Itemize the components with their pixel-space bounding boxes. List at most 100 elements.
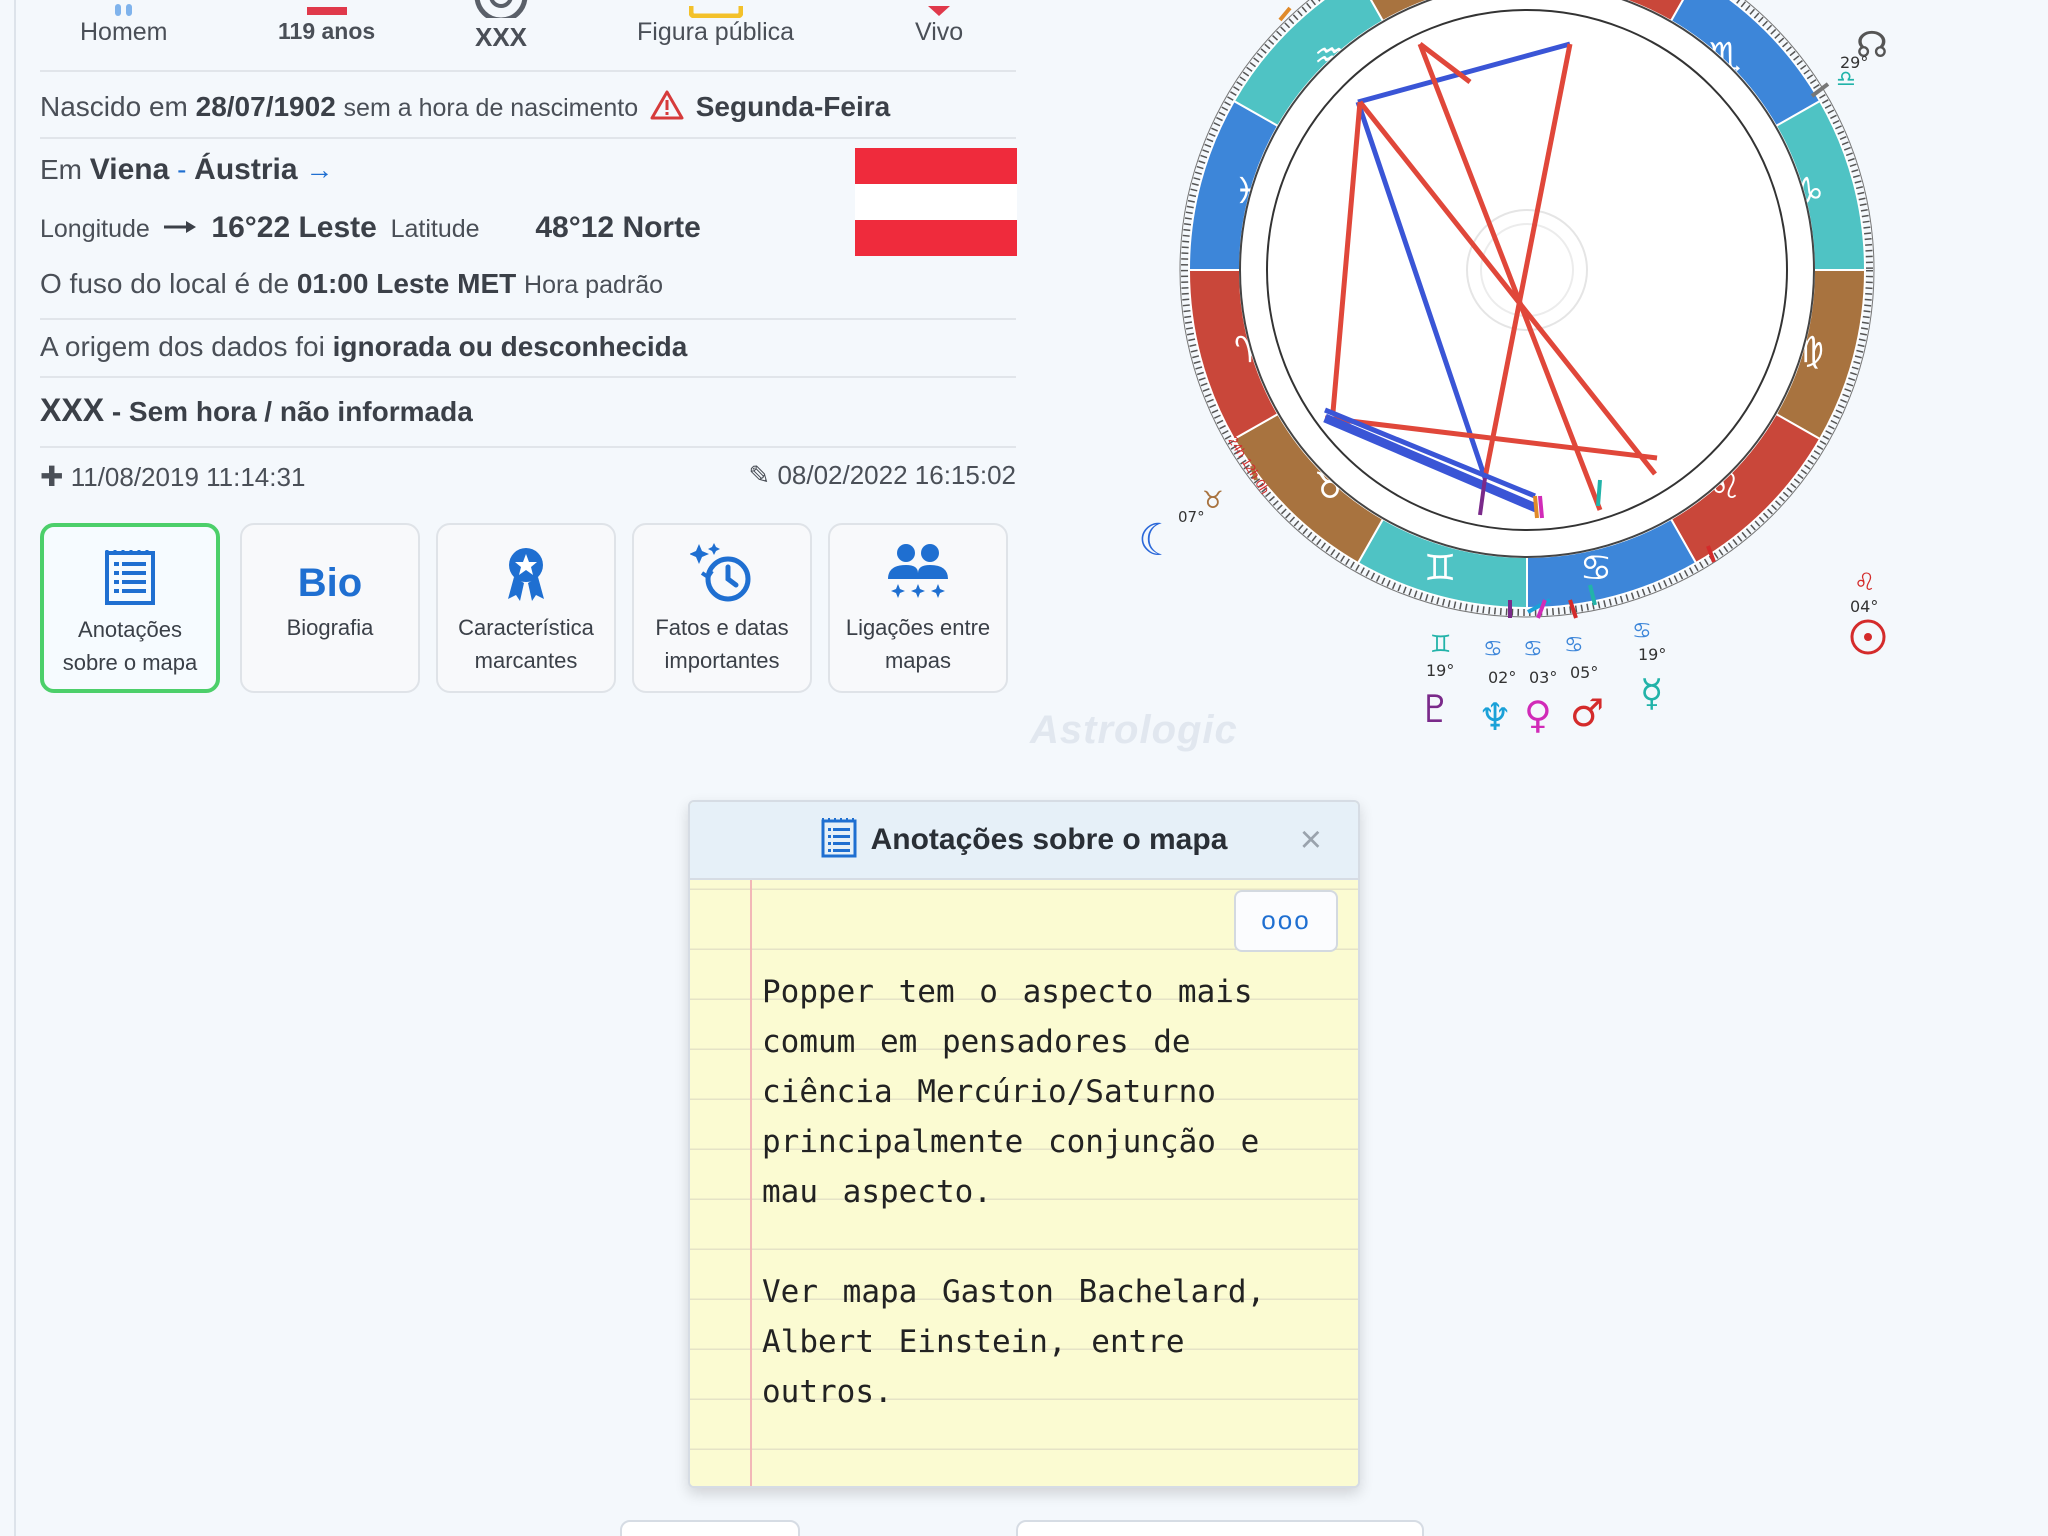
record-meta: ✚ 11/08/2019 11:14:31 ✎ 08/02/2022 16:15… bbox=[40, 460, 1016, 493]
tab-biography[interactable]: Bio Biografia bbox=[240, 523, 420, 693]
gemini-icon: ♊ bbox=[1424, 548, 1456, 589]
data-origin-prefix: A origem dos dados foi bbox=[40, 331, 325, 362]
notes-text[interactable]: Popper tem o aspecto mais comum em pensa… bbox=[762, 967, 1322, 1417]
time-info-text: - Sem hora / não informada bbox=[111, 396, 473, 427]
history-icon bbox=[634, 525, 810, 611]
data-origin-value: ignorada ou desconhecida bbox=[332, 331, 688, 362]
close-icon[interactable]: × bbox=[1300, 821, 1322, 859]
pluto-degree: 19° bbox=[1426, 661, 1454, 680]
profile-attributes: Homem 119 anos XXX Figura pública Vivo bbox=[40, 0, 1016, 72]
tab-biography-label: Biografia bbox=[286, 615, 374, 640]
notes-dialog-header: Anotações sobre o mapa × bbox=[690, 802, 1358, 880]
tab-facts-sublabel: importantes bbox=[664, 648, 780, 673]
edited-info: ✎ 08/02/2022 16:15:02 bbox=[748, 460, 1016, 491]
cancer-small-icon: ♋ bbox=[1564, 633, 1584, 658]
notes-icon bbox=[821, 817, 857, 863]
timezone-type: Hora padrão bbox=[524, 271, 664, 299]
bottom-action-button[interactable] bbox=[1016, 1520, 1424, 1536]
mars-icon: ♂ bbox=[1570, 691, 1604, 735]
bio-icon-text: Bio bbox=[297, 561, 363, 605]
place-prefix: Em bbox=[40, 154, 82, 185]
birth-weekday: Segunda-Feira bbox=[695, 91, 891, 122]
bio-icon: Bio bbox=[242, 525, 418, 611]
tab-links-label: Ligações entre bbox=[845, 615, 991, 640]
more-options-button[interactable]: ooo bbox=[1234, 890, 1338, 952]
flag-stripe-top bbox=[855, 148, 1017, 184]
latitude-value: 48°12 Norte bbox=[535, 211, 701, 244]
astro-chart: ♏ ♑ ♍ ♌ ♋ ♊ ♉ ♈ ♓ ♒ bbox=[1140, 0, 1940, 740]
cancer-icon: ♋ bbox=[1580, 548, 1612, 589]
timezone-value: 01:00 Leste MET bbox=[296, 268, 517, 299]
data-origin-row: A origem dos dados foi ignorada ou desco… bbox=[40, 331, 1016, 363]
time-tag-attribute: XXX bbox=[474, 0, 528, 53]
people-icon bbox=[830, 525, 1006, 611]
tab-notes-label: Anotações bbox=[78, 617, 182, 642]
place-city: Viena bbox=[89, 153, 170, 186]
time-info-row: XXX - Sem hora / não informada bbox=[40, 392, 1016, 429]
planet-tick bbox=[1538, 495, 1544, 519]
divider bbox=[40, 137, 1016, 139]
birth-row: Nascido em 28/07/1902 sem a hora de nasc… bbox=[40, 90, 1016, 127]
astro-wheel: ♏ ♑ ♍ ♌ ♋ ♊ ♉ ♈ ♓ ♒ bbox=[1140, 0, 1888, 739]
paper-margin-line bbox=[750, 880, 752, 1486]
warning-icon bbox=[650, 90, 684, 127]
cancer-small-icon: ♋ bbox=[1632, 619, 1652, 644]
place-separator: - bbox=[177, 154, 187, 185]
mars-degree: 05° bbox=[1570, 663, 1598, 682]
tab-characteristics[interactable]: Característica marcantes bbox=[436, 523, 616, 693]
calendar-icon bbox=[306, 0, 347, 23]
birth-date: 28/07/1902 bbox=[195, 91, 336, 122]
cancer-small-icon: ♋ bbox=[1483, 637, 1503, 662]
taurus-small-icon: ♉ bbox=[1202, 486, 1224, 514]
award-icon bbox=[438, 525, 614, 611]
tab-facts-dates[interactable]: Fatos e datas importantes bbox=[632, 523, 812, 693]
sun-degree: 04° bbox=[1850, 597, 1878, 616]
tab-chart-links[interactable]: Ligações entre mapas bbox=[828, 523, 1008, 693]
moon-degree: 07° bbox=[1178, 508, 1205, 526]
birth-prefix: Nascido em bbox=[40, 91, 188, 122]
tab-characteristics-label: Característica bbox=[458, 615, 594, 640]
bottom-action-button[interactable] bbox=[620, 1520, 800, 1536]
neptune-degree: 02° bbox=[1488, 668, 1516, 687]
notes-dialog-title: Anotações sobre o mapa bbox=[870, 823, 1228, 856]
tab-notes[interactable]: Anotações sobre o mapa bbox=[40, 523, 220, 693]
star-card-icon bbox=[688, 0, 744, 25]
timezone-prefix: O fuso do local é de bbox=[40, 268, 290, 299]
coordinates-row: Longitude 16°22 Leste Latitude 48°12 Nor… bbox=[40, 210, 1016, 245]
latitude-label: Latitude bbox=[390, 215, 480, 243]
created-date: 11/08/2019 11:14:31 bbox=[70, 462, 306, 492]
venus-icon: ♀ bbox=[1524, 693, 1552, 737]
planet-tick bbox=[1533, 495, 1539, 519]
status-attribute: Vivo bbox=[915, 6, 963, 47]
leo-small-icon: ♌ bbox=[1854, 568, 1876, 596]
time-info-code: XXX bbox=[40, 392, 105, 428]
longitude-label: Longitude bbox=[40, 215, 150, 243]
cancer-small-icon: ♋ bbox=[1523, 637, 1543, 662]
birth-time-note: sem a hora de nascimento bbox=[343, 94, 639, 122]
libra-small-icon: ♎ bbox=[1836, 67, 1856, 92]
planet-tick bbox=[1596, 479, 1602, 507]
pluto-icon: ♇ bbox=[1418, 687, 1452, 731]
venus-degree: 03° bbox=[1529, 668, 1557, 687]
edited-date: 08/02/2022 16:15:02 bbox=[777, 460, 1016, 490]
notes-icon bbox=[44, 527, 216, 613]
tab-links-sublabel: mapas bbox=[884, 648, 952, 673]
moon-icon: ☾ bbox=[1140, 515, 1177, 566]
tab-notes-sublabel: sobre o mapa bbox=[62, 650, 198, 675]
divider bbox=[40, 446, 1016, 448]
longitude-value: 16°22 Leste bbox=[211, 211, 377, 244]
place-country: Áustria bbox=[194, 153, 298, 186]
place-link-arrow[interactable]: → bbox=[305, 154, 333, 185]
gender-attribute: Homem bbox=[80, 4, 168, 47]
age-attribute: 119 anos bbox=[278, 7, 375, 45]
arrow-right-icon bbox=[163, 210, 198, 242]
sun-icon-dot bbox=[1864, 633, 1872, 641]
heart-icon bbox=[924, 0, 954, 25]
tab-characteristics-sublabel: marcantes bbox=[474, 648, 578, 673]
timezone-row: O fuso do local é de 01:00 Leste MET Hor… bbox=[40, 268, 1016, 300]
tab-facts-label: Fatos e datas bbox=[655, 615, 789, 640]
notes-paper: ooo Popper tem o aspecto mais comum em p… bbox=[690, 880, 1358, 1486]
category-attribute: Figura pública bbox=[637, 6, 794, 47]
neptune-icon: ♆ bbox=[1478, 695, 1512, 739]
mercury-icon: ☿ bbox=[1640, 671, 1663, 715]
